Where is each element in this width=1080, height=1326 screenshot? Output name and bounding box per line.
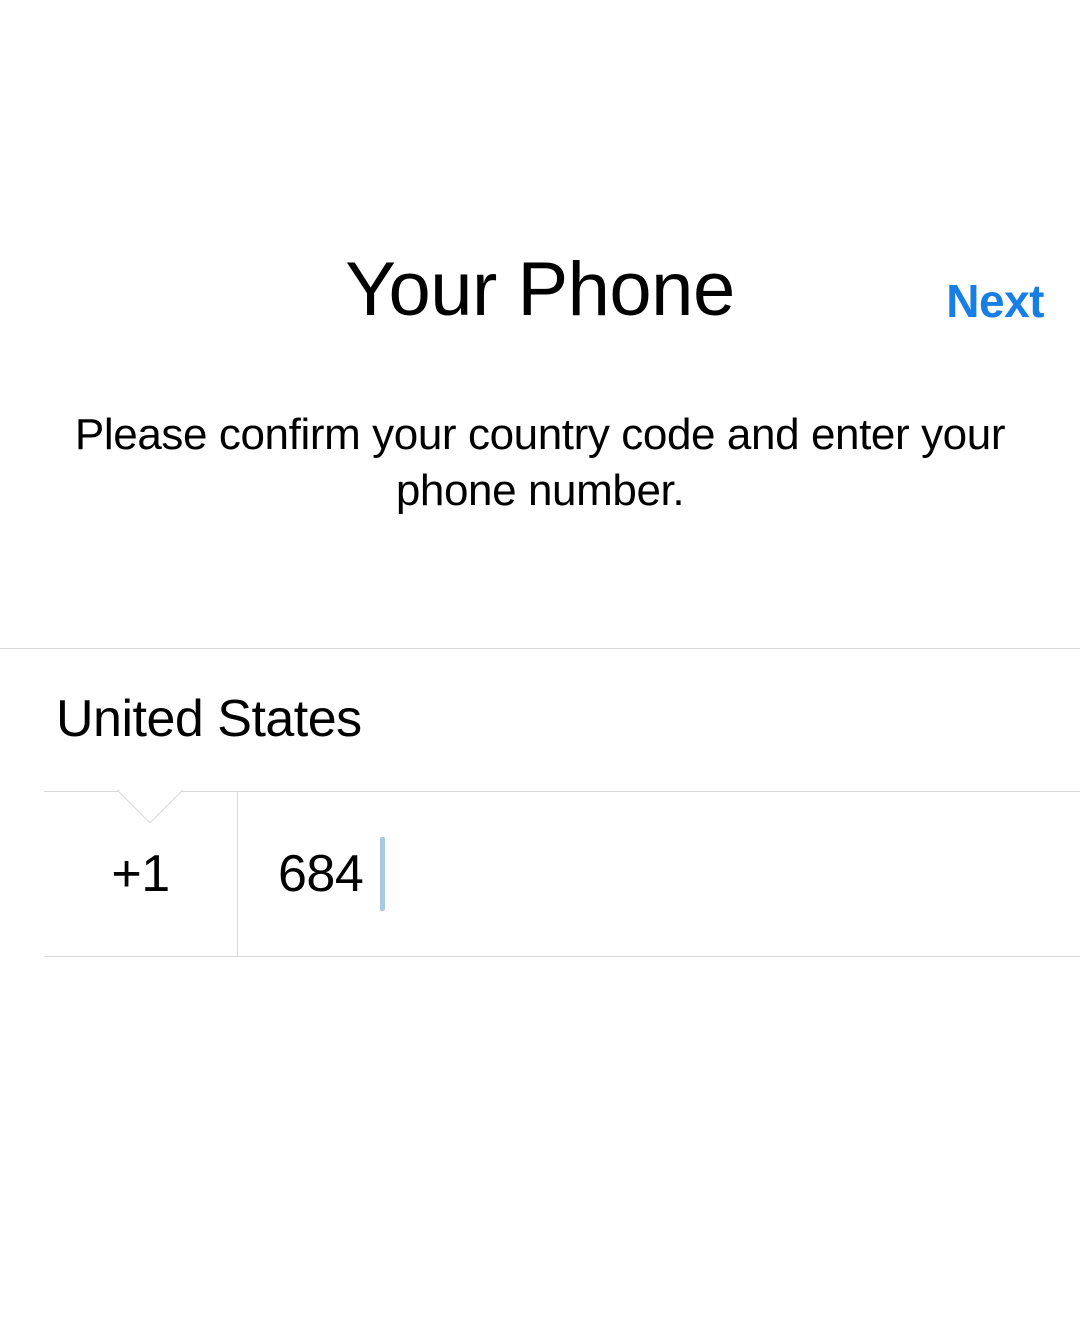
phone-input-row: +1	[44, 791, 1080, 957]
phone-number-input[interactable]	[278, 844, 1080, 904]
page-subtitle: Please confirm your country code and ent…	[0, 407, 1080, 520]
country-name-label: United States	[56, 690, 362, 748]
phone-form: United States +1	[0, 648, 1080, 957]
text-caret	[380, 837, 385, 911]
page-title: Your Phone	[0, 246, 1080, 333]
country-code-cell[interactable]: +1	[44, 792, 238, 956]
country-selector[interactable]: United States	[0, 648, 1080, 791]
country-code-label: +1	[111, 844, 169, 904]
next-button[interactable]: Next	[946, 274, 1044, 328]
phone-number-cell	[238, 792, 1080, 956]
